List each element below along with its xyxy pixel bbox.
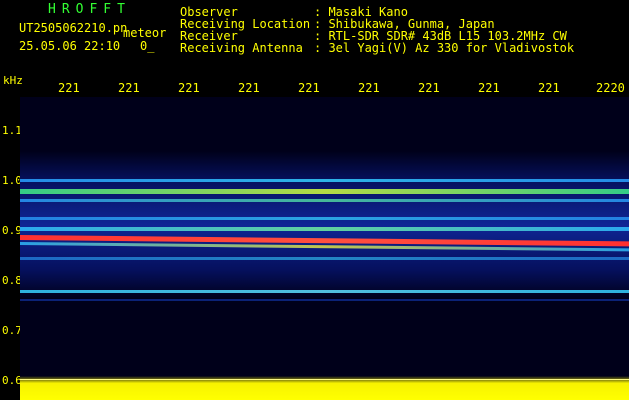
signal-trace bbox=[20, 189, 629, 194]
y-tick-label: 0.6 bbox=[2, 374, 22, 387]
x-tick-label: 221 bbox=[298, 81, 320, 95]
x-tick-label: 221 bbox=[358, 81, 380, 95]
spectrogram bbox=[20, 97, 629, 400]
x-tick-label: 2220 bbox=[596, 81, 625, 95]
timestamp-extra: 0_ bbox=[140, 39, 155, 53]
x-tick-label: 221 bbox=[58, 81, 80, 95]
y-tick-label: 1.1 bbox=[2, 124, 22, 137]
y-tick-label: 0.7 bbox=[2, 324, 22, 337]
x-tick-label: 221 bbox=[478, 81, 500, 95]
x-tick-label: 221 bbox=[418, 81, 440, 95]
signal-trace bbox=[20, 257, 629, 260]
app-title: HROFFT bbox=[48, 2, 131, 17]
filename: UT2505062210.pn bbox=[19, 21, 128, 35]
y-tick-label: 0.8 bbox=[2, 274, 22, 287]
signal-trace bbox=[20, 199, 629, 202]
y-tick-label: 1.0 bbox=[2, 174, 22, 187]
signal-trace bbox=[20, 299, 629, 301]
y-tick-label: 0.9 bbox=[2, 224, 22, 237]
x-tick-label: 221 bbox=[178, 81, 200, 95]
signal-trace bbox=[20, 227, 629, 231]
noise-floor bbox=[20, 376, 629, 400]
noise-band bbox=[20, 151, 629, 299]
meta-value-antenna: : 3el Yagi(V) Az 330 for Vladivostok bbox=[314, 41, 575, 55]
meta-key-antenna: Receiving Antenna bbox=[180, 41, 303, 55]
timestamp: 25.05.06 22:10 bbox=[19, 39, 121, 53]
file-suffix: meteor bbox=[123, 26, 167, 40]
signal-trace bbox=[20, 217, 629, 220]
x-tick-label: 221 bbox=[238, 81, 260, 95]
x-tick-label: 221 bbox=[538, 81, 560, 95]
y-axis-unit: kHz bbox=[3, 74, 23, 87]
signal-trace bbox=[20, 290, 629, 293]
x-tick-label: 221 bbox=[118, 81, 140, 95]
signal-trace bbox=[20, 179, 629, 182]
